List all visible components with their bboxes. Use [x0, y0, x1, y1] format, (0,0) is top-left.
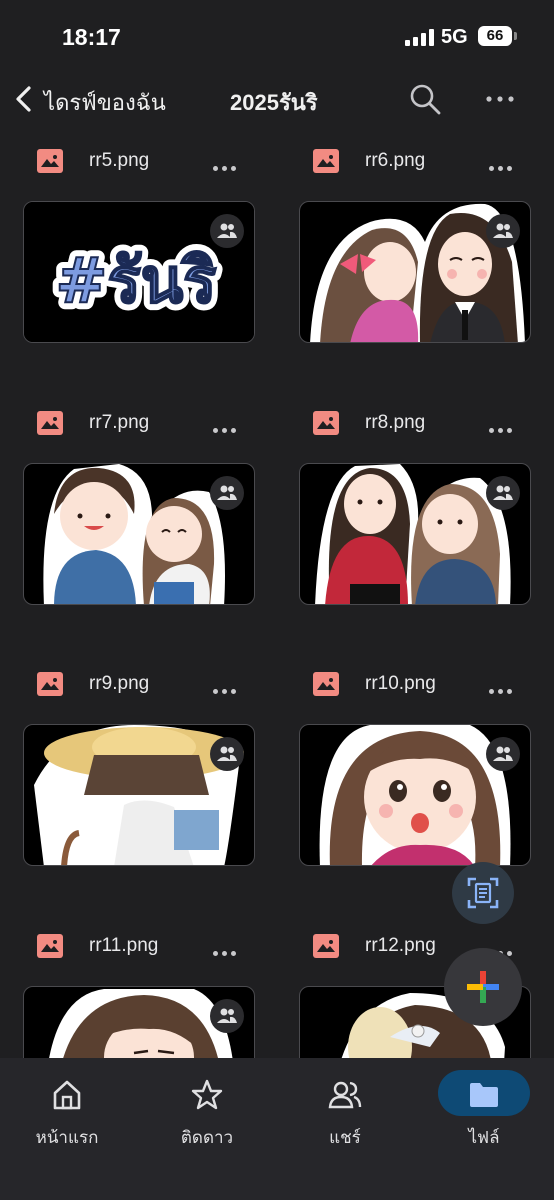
- bottom-nav: หน้าแรก ติดดาว แชร์ ไฟล์: [0, 1058, 554, 1200]
- file-card-header: rr7.png: [0, 401, 250, 441]
- file-name: rr10.png: [365, 673, 436, 694]
- tab-home-label: หน้าแรก: [35, 1128, 99, 1147]
- more-icon[interactable]: [210, 149, 240, 173]
- people-icon: [493, 223, 513, 238]
- file-name: rr8.png: [365, 412, 426, 433]
- shared-badge: [210, 214, 244, 248]
- scan-button[interactable]: [452, 862, 514, 924]
- people-icon: [217, 746, 237, 761]
- people-icon: [493, 746, 513, 761]
- thumbnail[interactable]: [299, 463, 531, 605]
- thumbnail[interactable]: #รันริ #รันริ: [23, 201, 255, 343]
- more-icon[interactable]: [486, 149, 516, 173]
- battery-icon: 66: [478, 26, 512, 46]
- battery-tip: [514, 32, 517, 40]
- more-horizontal-icon[interactable]: [484, 86, 516, 112]
- image-file-icon: [37, 149, 63, 173]
- tab-files[interactable]: ไฟล์: [429, 1076, 539, 1156]
- sticker-text: #รันริ: [56, 244, 217, 317]
- shared-badge: [210, 999, 244, 1033]
- tab-starred[interactable]: ติดดาว: [152, 1076, 262, 1156]
- image-file-icon: [37, 934, 63, 958]
- file-name: rr12.png: [365, 935, 436, 956]
- file-card-header: rr5.png: [0, 139, 250, 179]
- file-name: rr7.png: [89, 412, 150, 433]
- back-label[interactable]: ไดรฟ์ของฉัน: [44, 85, 166, 120]
- people-icon: [217, 485, 237, 500]
- status-time: 18:17: [62, 24, 121, 50]
- network-type: 5G: [441, 26, 468, 48]
- star-icon: [191, 1079, 223, 1110]
- thumbnail[interactable]: [299, 201, 531, 343]
- folder-icon: [470, 1083, 498, 1107]
- people-icon: [328, 1081, 362, 1109]
- image-file-icon: [313, 672, 339, 696]
- new-button[interactable]: [444, 948, 522, 1026]
- page-title: 2025รันริ: [230, 90, 318, 115]
- chevron-left-icon[interactable]: [10, 84, 40, 114]
- file-name: rr6.png: [365, 150, 426, 171]
- more-icon[interactable]: [210, 411, 240, 435]
- more-icon[interactable]: [210, 672, 240, 696]
- thumbnail[interactable]: [299, 724, 531, 866]
- search-icon[interactable]: [408, 82, 442, 116]
- image-file-icon: [313, 149, 339, 173]
- more-icon[interactable]: [486, 411, 516, 435]
- image-file-icon: [313, 411, 339, 435]
- people-icon: [493, 485, 513, 500]
- shared-badge: [486, 214, 520, 248]
- app-header: ไดรฟ์ของฉัน 2025รันริ: [0, 72, 554, 130]
- image-file-icon: [313, 934, 339, 958]
- more-icon[interactable]: [210, 934, 240, 958]
- tab-shared-label: แชร์: [329, 1128, 361, 1147]
- shared-badge: [486, 476, 520, 510]
- file-card-header: rr9.png: [0, 662, 250, 702]
- thumbnail[interactable]: [23, 986, 255, 1058]
- tab-starred-label: ติดดาว: [180, 1128, 234, 1147]
- tab-home[interactable]: หน้าแรก: [12, 1076, 122, 1156]
- file-name: rr11.png: [89, 935, 159, 956]
- file-name: rr5.png: [89, 150, 150, 171]
- file-card-header: rr11.png: [0, 924, 250, 964]
- file-card-header: rr8.png: [276, 401, 526, 441]
- file-name: rr9.png: [89, 673, 150, 694]
- shared-badge: [486, 737, 520, 771]
- thumbnail[interactable]: [23, 724, 255, 866]
- thumbnail[interactable]: [23, 463, 255, 605]
- status-bar: 18:17 5G 66: [0, 0, 554, 72]
- image-file-icon: [37, 672, 63, 696]
- more-icon[interactable]: [486, 672, 516, 696]
- google-plus-icon: [467, 971, 499, 1003]
- file-card-header: rr10.png: [276, 662, 526, 702]
- image-file-icon: [37, 411, 63, 435]
- people-icon: [217, 223, 237, 238]
- tab-files-label: ไฟล์: [468, 1128, 500, 1147]
- people-icon: [217, 1008, 237, 1023]
- document-scan-icon: [467, 877, 499, 909]
- tab-shared[interactable]: แชร์: [290, 1076, 400, 1156]
- file-card-header: rr6.png: [276, 139, 526, 179]
- home-icon: [53, 1080, 81, 1110]
- shared-badge: [210, 476, 244, 510]
- signal-icon: [405, 29, 435, 46]
- shared-badge: [210, 737, 244, 771]
